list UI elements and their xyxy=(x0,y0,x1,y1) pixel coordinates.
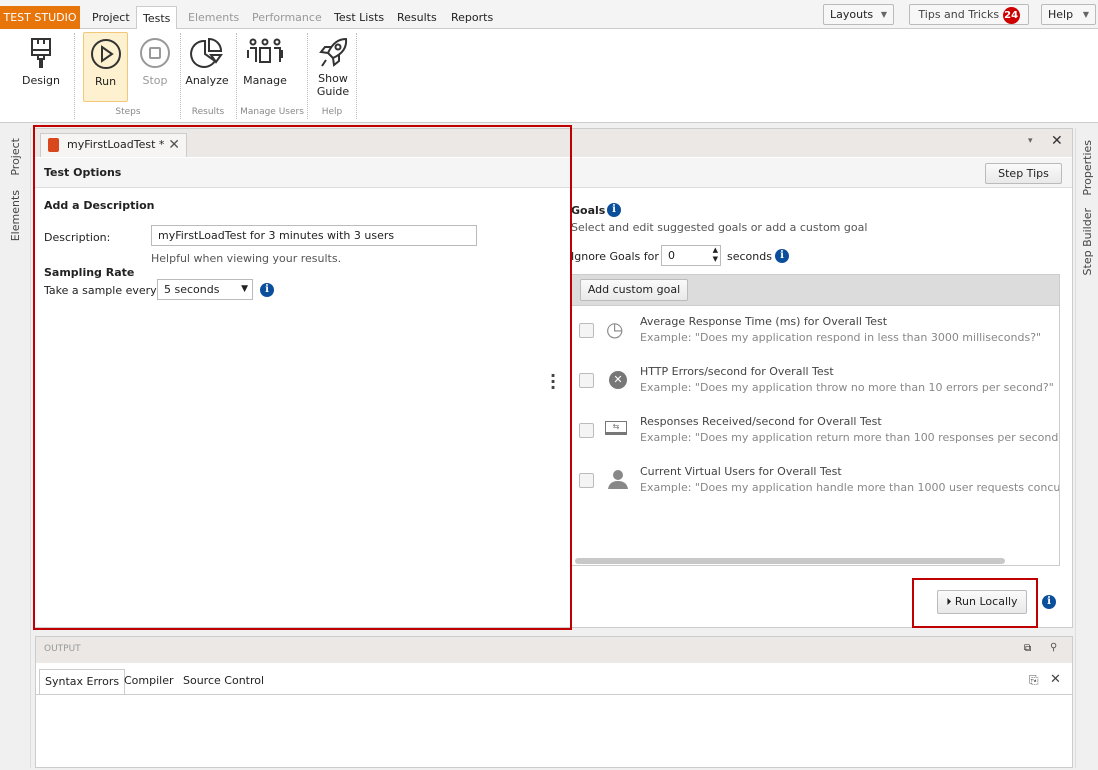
info-icon[interactable]: i xyxy=(775,249,789,263)
step-tips-button[interactable]: Step Tips xyxy=(985,163,1062,184)
layouts-dropdown[interactable]: Layouts ▼ xyxy=(823,4,894,25)
divider xyxy=(356,33,357,119)
group-label-manage-users: Manage Users xyxy=(240,107,304,117)
goal-checkbox[interactable] xyxy=(579,423,594,438)
brush-icon xyxy=(31,38,51,68)
output-header: OUTPUT ⧉ ⚲ xyxy=(36,637,1072,663)
group-label-steps: Steps xyxy=(115,107,141,117)
dropdown-menu-icon[interactable]: ▾ xyxy=(1028,136,1033,146)
tab-syntax-errors[interactable]: Syntax Errors xyxy=(39,669,126,695)
ignore-goals-label: Ignore Goals for xyxy=(571,250,659,263)
play-icon xyxy=(90,39,121,69)
tips-count-badge: 24 xyxy=(1002,6,1020,24)
ignore-goals-value: 0 xyxy=(668,249,675,262)
tab-source-control[interactable]: Source Control xyxy=(183,669,264,693)
goal-checkbox[interactable] xyxy=(579,323,594,338)
seconds-label: seconds xyxy=(727,250,772,263)
divider xyxy=(74,33,75,119)
goal-example: Example: "Does my application throw no m… xyxy=(640,381,1054,394)
sidebar-properties[interactable]: Properties xyxy=(1081,140,1094,196)
tab-test-lists[interactable]: Test Lists xyxy=(328,6,390,29)
brand-logo: TEST STUDIO xyxy=(0,6,80,29)
show-guide-label: Show xyxy=(318,72,348,85)
info-icon[interactable]: i xyxy=(1042,595,1056,609)
stop-label: Stop xyxy=(142,74,168,87)
horizontal-scrollbar[interactable] xyxy=(575,558,1005,564)
design-button[interactable]: Design xyxy=(18,32,64,102)
group-label-help: Help xyxy=(321,107,343,117)
tab-elements[interactable]: Elements xyxy=(182,6,245,29)
pie-chart-icon xyxy=(190,37,223,68)
goal-example: Example: "Does my application return mor… xyxy=(640,431,1060,444)
ignore-goals-spinner[interactable]: 0 ▲ ▼ xyxy=(661,245,721,266)
goals-title: Goals xyxy=(571,204,606,217)
analyze-button[interactable]: Analyze xyxy=(184,32,230,102)
output-title: OUTPUT xyxy=(44,644,81,654)
goal-checkbox[interactable] xyxy=(579,473,594,488)
sidebar-step-builder[interactable]: Step Builder xyxy=(1081,208,1094,275)
goal-title: Current Virtual Users for Overall Test xyxy=(640,465,842,478)
copy-icon[interactable]: ⎘ xyxy=(1029,673,1039,688)
output-panel: OUTPUT ⧉ ⚲ Syntax Errors Compiler Source… xyxy=(35,636,1073,768)
group-label-results: Results xyxy=(191,107,225,117)
goal-example: Example: "Does my application handle mor… xyxy=(640,481,1060,494)
close-panel-icon[interactable]: ✕ xyxy=(1051,133,1063,149)
tab-performance[interactable]: Performance xyxy=(246,6,328,29)
help-dropdown[interactable]: Help ▼ xyxy=(1041,4,1096,25)
chevron-down-icon: ▼ xyxy=(880,10,887,19)
pin-icon[interactable]: ⚲ xyxy=(1050,642,1057,653)
help-label: Help xyxy=(1048,8,1074,21)
goals-list-header: Add custom goal xyxy=(572,275,1059,306)
layouts-label: Layouts xyxy=(830,8,874,21)
goal-title: Responses Received/second for Overall Te… xyxy=(640,415,882,428)
goals-subtitle: Select and edit suggested goals or add a… xyxy=(571,221,868,234)
highlight-box-test-options xyxy=(33,125,572,630)
tab-compiler[interactable]: Compiler xyxy=(124,669,174,693)
show-guide-button[interactable]: Show Guide xyxy=(310,32,356,102)
tab-results[interactable]: Results xyxy=(391,6,443,29)
info-icon[interactable]: i xyxy=(607,203,621,217)
stop-button[interactable]: Stop xyxy=(132,32,178,102)
analyze-label: Analyze xyxy=(185,74,229,87)
tab-reports[interactable]: Reports xyxy=(445,6,499,29)
float-window-icon[interactable]: ⧉ xyxy=(1024,643,1031,654)
clear-icon[interactable]: ✕ xyxy=(1050,672,1061,687)
tab-tests[interactable]: Tests xyxy=(136,6,178,30)
goal-example: Example: "Does my application respond in… xyxy=(640,331,1042,344)
manage-button[interactable]: Manage xyxy=(242,32,288,102)
run-button[interactable]: Run xyxy=(83,32,128,102)
run-label: Run xyxy=(94,75,117,88)
tips-and-tricks-button[interactable]: Tips and Tricks 24 xyxy=(909,4,1029,25)
goal-title: HTTP Errors/second for Overall Test xyxy=(640,365,834,378)
ribbon: Design Run Stop Steps Analyze Results Ma… xyxy=(0,29,1098,123)
laptop-icon: ⇆ xyxy=(605,421,627,435)
chevron-down-icon: ▼ xyxy=(1082,10,1089,19)
sidebar-project[interactable]: Project xyxy=(9,138,22,176)
clock-icon: ◷ xyxy=(606,317,624,341)
sidebar-elements[interactable]: Elements xyxy=(9,190,22,241)
error-icon: ✕ xyxy=(609,371,627,389)
right-sidebar: Properties Step Builder xyxy=(1075,128,1098,768)
stop-icon xyxy=(140,38,170,68)
user-icon xyxy=(608,470,628,489)
tips-label: Tips and Tricks xyxy=(918,8,1000,21)
users-icon xyxy=(247,38,283,63)
divider xyxy=(36,694,1072,695)
highlight-box-run-locally xyxy=(912,578,1038,628)
spinner-arrows-icon[interactable]: ▲ ▼ xyxy=(713,246,718,264)
tab-project[interactable]: Project xyxy=(86,6,136,29)
goal-checkbox[interactable] xyxy=(579,373,594,388)
rocket-icon xyxy=(319,37,348,67)
left-sidebar: Project Elements xyxy=(0,128,31,768)
design-label: Design xyxy=(22,74,60,87)
goals-list: Add custom goal ◷ Average Response Time … xyxy=(571,274,1060,566)
show-guide-label-2: Guide xyxy=(316,85,350,98)
add-custom-goal-button[interactable]: Add custom goal xyxy=(580,279,688,301)
manage-label: Manage xyxy=(243,74,287,87)
goal-title: Average Response Time (ms) for Overall T… xyxy=(640,315,888,328)
menu-bar: TEST STUDIO Project Tests Elements Perfo… xyxy=(0,0,1098,30)
